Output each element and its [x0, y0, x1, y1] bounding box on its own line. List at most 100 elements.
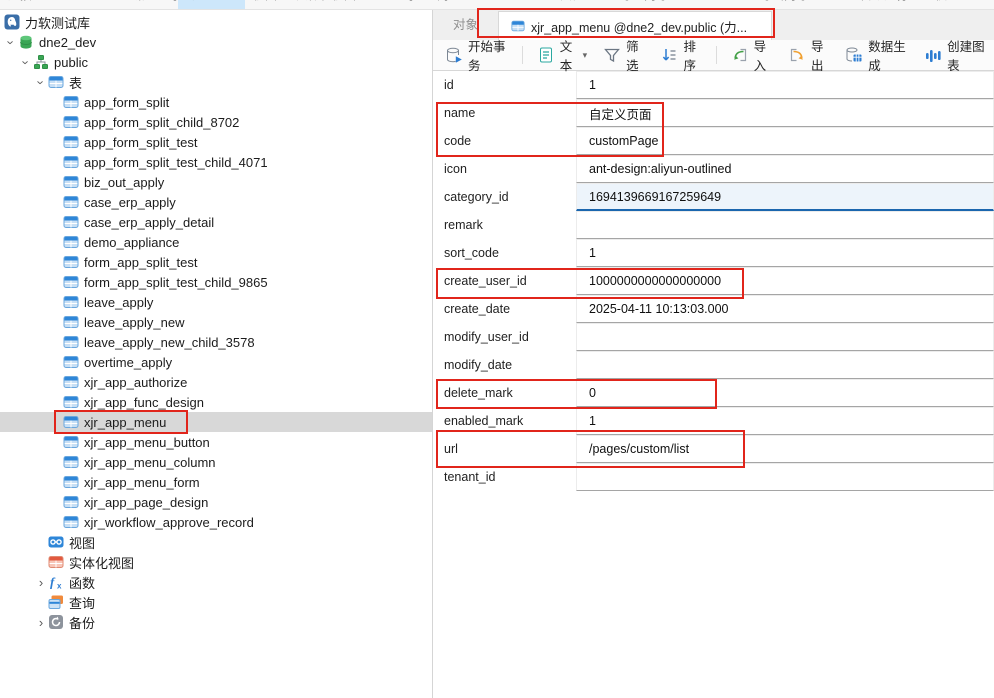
tree-item-public[interactable]: ›public: [0, 52, 432, 72]
tree-item-label: demo_appliance: [84, 235, 179, 250]
tree-item-app_form_split_test[interactable]: app_form_split_test: [0, 132, 432, 152]
field-row-remark: remark: [433, 211, 994, 239]
field-name-remark: remark: [433, 211, 576, 239]
tree-item-xjr_app_menu[interactable]: xjr_app_menu: [0, 412, 432, 432]
table-icon: [63, 254, 79, 270]
main-toolbar-item-9[interactable]: 导出向导: [760, 0, 808, 3]
tree-item-label: app_form_split: [84, 95, 169, 110]
main-toolbar-item-1[interactable]: 新建查询: [130, 0, 178, 3]
tree-item-xjr_app_page_design[interactable]: xjr_app_page_design: [0, 492, 432, 512]
chevron-right-icon[interactable]: ›: [34, 576, 48, 589]
import-arrow-icon: [731, 46, 749, 64]
main-toolbar-item-2[interactable]: 表: [190, 0, 202, 3]
svg-text:x: x: [57, 582, 62, 591]
field-name-tenant_id: tenant_id: [433, 463, 576, 491]
tree-item-表[interactable]: ›表: [0, 72, 432, 92]
tree-item-app_form_split[interactable]: app_form_split: [0, 92, 432, 112]
tree-item-xjr_app_func_design[interactable]: xjr_app_func_design: [0, 392, 432, 412]
field-name-code: code: [433, 127, 576, 155]
tree-item-form_app_split_test_child_9865[interactable]: form_app_split_test_child_9865: [0, 272, 432, 292]
chevron-down-icon[interactable]: ›: [35, 75, 48, 89]
table-icon: [63, 334, 79, 350]
button-label: 数据生成: [868, 36, 908, 74]
export-arrow-icon: [788, 46, 806, 64]
tree-item-leave_apply_new[interactable]: leave_apply_new: [0, 312, 432, 332]
field-value-tenant_id[interactable]: [576, 463, 994, 491]
field-value-create_user_id[interactable]: 1000000000000000000: [576, 267, 994, 295]
tree-item-dne2_dev[interactable]: ›dne2_dev: [0, 32, 432, 52]
record-form: id1name自定义页面codecustomPageiconant-design…: [433, 71, 994, 491]
tree-item-label: case_erp_apply_detail: [84, 215, 214, 230]
button-label: 创建图表: [947, 36, 987, 74]
tab-xjr-app-menu[interactable]: xjr_app_menu @dne2_dev.public (力...: [498, 11, 772, 40]
tree-item-leave_apply[interactable]: leave_apply: [0, 292, 432, 312]
main-toolbar-item-10[interactable]: 自动运行: [860, 0, 908, 3]
button-label: 开始事务: [468, 36, 508, 74]
tree-item-app_form_split_test_child_4071[interactable]: app_form_split_test_child_4071: [0, 152, 432, 172]
tree-item-demo_appliance[interactable]: demo_appliance: [0, 232, 432, 252]
main-toolbar-item-6[interactable]: 角色: [437, 0, 461, 3]
field-value-delete_mark[interactable]: 0: [576, 379, 994, 407]
chevron-right-icon[interactable]: ›: [34, 616, 48, 629]
field-name-modify_date: modify_date: [433, 351, 576, 379]
tree-item-case_erp_apply[interactable]: case_erp_apply: [0, 192, 432, 212]
button-label: 导入: [754, 36, 772, 74]
tree-item-biz_out_apply[interactable]: biz_out_apply: [0, 172, 432, 192]
function-icon: fx: [48, 574, 64, 590]
tree-item-form_app_split_test[interactable]: form_app_split_test: [0, 252, 432, 272]
tree-item-xjr_app_menu_button[interactable]: xjr_app_menu_button: [0, 432, 432, 452]
tree-item-查询[interactable]: 查询: [0, 592, 432, 612]
main-toolbar-item-3[interactable]: 视图: [253, 0, 277, 3]
main-toolbar-item-4[interactable]: 实体化视图: [296, 0, 356, 3]
field-value-create_date[interactable]: 2025-04-11 10:13:03.000: [576, 295, 994, 323]
field-value-category_id[interactable]: 1694139669167259649: [576, 183, 994, 211]
tree-item-xjr_app_authorize[interactable]: xjr_app_authorize: [0, 372, 432, 392]
tree-item-app_form_split_child_8702[interactable]: app_form_split_child_8702: [0, 112, 432, 132]
matview-icon: [48, 554, 64, 570]
field-value-code[interactable]: customPage: [576, 127, 994, 155]
tree-item-label: case_erp_apply: [84, 195, 176, 210]
field-name-id: id: [433, 71, 576, 99]
main-toolbar-item-0[interactable]: 连接: [8, 0, 32, 3]
field-value-id[interactable]: 1: [576, 71, 994, 99]
tree-item-label: 查询: [69, 593, 95, 612]
field-value-name[interactable]: 自定义页面: [576, 99, 994, 127]
tree-item-label: app_form_split_test_child_4071: [84, 155, 268, 170]
field-value-modify_user_id[interactable]: [576, 323, 994, 351]
field-value-icon[interactable]: ant-design:aliyun-outlined: [576, 155, 994, 183]
tree-item-xjr_workflow_approve_record[interactable]: xjr_workflow_approve_record: [0, 512, 432, 532]
tree-item-leave_apply_new_child_3578[interactable]: leave_apply_new_child_3578: [0, 332, 432, 352]
field-value-modify_date[interactable]: [576, 351, 994, 379]
tree-item-xjr_app_menu_column[interactable]: xjr_app_menu_column: [0, 452, 432, 472]
main-toolbar-item-5[interactable]: 查询: [390, 0, 414, 3]
table-icon: [63, 194, 79, 210]
table-icon: [63, 154, 79, 170]
chevron-down-icon[interactable]: ›: [5, 35, 18, 49]
table-icon: [63, 514, 79, 530]
main-toolbar-item-11[interactable]: 模型: [935, 0, 959, 3]
tree-item-label: 表: [69, 73, 82, 92]
field-row-category_id: category_id1694139669167259649: [433, 183, 994, 211]
main-toolbar-cropped[interactable]: 连接 新建查询 表 视图 实体化视图 查询 角色 其他 导入向导 导出向导 自动运行 模型: [0, 0, 994, 10]
database-tool-window: 连接新建查询表视图实体化视图查询角色其他导入向导导出向导自动运行模型 力软测试库…: [0, 0, 994, 698]
field-value-remark[interactable]: [576, 211, 994, 239]
tree-item-备份[interactable]: ›备份: [0, 612, 432, 632]
tree-item-实体化视图[interactable]: 实体化视图: [0, 552, 432, 572]
tree-item-视图[interactable]: 视图: [0, 532, 432, 552]
main-toolbar-item-8[interactable]: 导入向导: [620, 0, 668, 3]
tree-item-case_erp_apply_detail[interactable]: case_erp_apply_detail: [0, 212, 432, 232]
field-value-enabled_mark[interactable]: 1: [576, 407, 994, 435]
tree-item-力软测试库[interactable]: 力软测试库: [0, 12, 432, 32]
tree-item-label: overtime_apply: [84, 355, 172, 370]
tree-item-xjr_app_menu_form[interactable]: xjr_app_menu_form: [0, 472, 432, 492]
main-toolbar-item-7[interactable]: 其他: [560, 0, 584, 3]
tab-objects[interactable]: 对象: [453, 10, 478, 40]
tree-item-函数[interactable]: ›fx函数: [0, 572, 432, 592]
field-value-url[interactable]: /pages/custom/list: [576, 435, 994, 463]
tree-item-label: xjr_app_menu_button: [84, 435, 210, 450]
field-value-sort_code[interactable]: 1: [576, 239, 994, 267]
chevron-down-icon[interactable]: ›: [20, 55, 33, 69]
field-name-name: name: [433, 99, 576, 127]
tree-item-overtime_apply[interactable]: overtime_apply: [0, 352, 432, 372]
tree-item-label: biz_out_apply: [84, 175, 164, 190]
